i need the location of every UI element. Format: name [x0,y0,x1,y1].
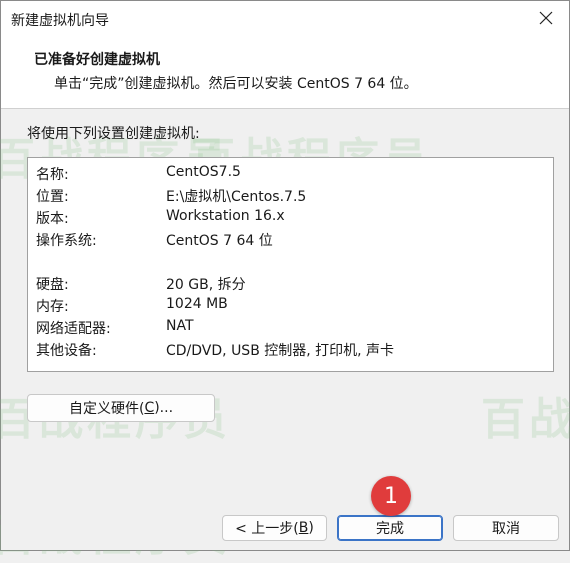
customize-accelerator-key: C [144,400,155,416]
back-button[interactable]: < 上一步(B) [222,515,327,541]
close-icon [539,11,553,25]
summary-value: CentOS7.5 [166,164,241,180]
finish-label: 完成 [376,521,404,537]
summary-label: 硬盘: [36,277,69,293]
summary-label: 内存: [36,299,69,315]
summary-row-name: 名称: CentOS7.5 [36,164,536,186]
back-label-suffix: ) [308,520,314,536]
summary-value: 1024 MB [166,296,228,312]
summary-label: 位置: [36,189,69,205]
summary-label: 其他设备: [36,343,97,359]
cancel-button[interactable]: 取消 [453,515,559,541]
summary-label: 操作系统: [36,233,97,249]
header-subtitle: 单击“完成”创建虚拟机。然后可以安装 CentOS 7 64 位。 [54,76,418,92]
summary-value: CD/DVD, USB 控制器, 打印机, 声卡 [166,343,395,359]
settings-intro: 将使用下列设置创建虚拟机: [27,126,200,142]
back-label-prefix: < 上一步( [235,521,299,537]
summary-value: E:\虚拟机\Centos.7.5 [166,189,307,205]
customize-label-prefix: 自定义硬件( [68,401,145,417]
close-button[interactable] [523,1,569,35]
customize-hardware-button[interactable]: 自定义硬件(C)... [27,394,215,422]
title-bar: 新建虚拟机向导 [1,1,569,35]
summary-label: 网络适配器: [36,321,111,337]
summary-row-network: 网络适配器: NAT [36,318,536,340]
summary-label: 名称: [36,167,69,183]
summary-value: NAT [166,318,194,334]
finish-button[interactable]: 完成 [337,515,443,541]
summary-row-disk: 硬盘: 20 GB, 拆分 [36,274,536,296]
cancel-label: 取消 [492,521,520,537]
new-vm-wizard-window: 新建虚拟机向导 已准备好创建虚拟机 单击“完成”创建虚拟机。然后可以安装 Cen… [0,0,570,561]
back-accelerator-key: B [298,520,309,536]
watermark-text: 百战程序员 [481,394,570,445]
settings-summary-box: 名称: CentOS7.5 位置: E:\虚拟机\Centos.7.5 版本: … [27,157,554,372]
summary-label: 版本: [36,211,69,227]
summary-row-version: 版本: Workstation 16.x [36,208,536,230]
window-title: 新建虚拟机向导 [11,13,109,29]
summary-row-location: 位置: E:\虚拟机\Centos.7.5 [36,186,536,208]
summary-value: Workstation 16.x [166,208,285,224]
wizard-header: 已准备好创建虚拟机 单击“完成”创建虚拟机。然后可以安装 CentOS 7 64… [1,35,569,109]
summary-row-devices: 其他设备: CD/DVD, USB 控制器, 打印机, 声卡 [36,340,536,362]
summary-row-os: 操作系统: CentOS 7 64 位 [36,230,536,252]
step-number-badge: 1 [371,476,411,516]
customize-label-suffix: )... [154,400,174,416]
summary-value: CentOS 7 64 位 [166,233,273,249]
summary-value: 20 GB, 拆分 [166,277,246,293]
header-title: 已准备好创建虚拟机 [34,52,160,68]
summary-row-memory: 内存: 1024 MB [36,296,536,318]
